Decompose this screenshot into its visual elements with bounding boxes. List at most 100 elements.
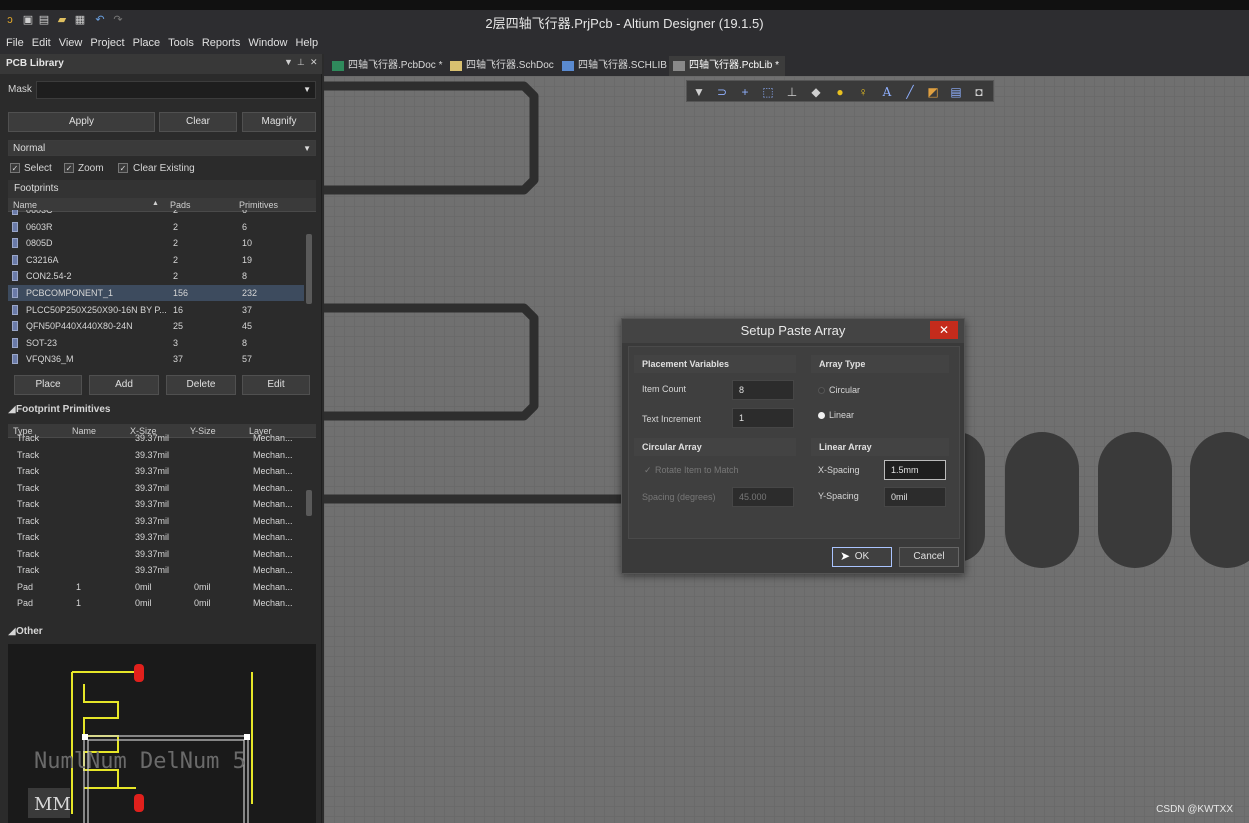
mode-select[interactable]: Normal ▼ (8, 140, 316, 156)
primitive-type: Track (17, 482, 40, 493)
primitive-row[interactable]: Track 39.37mil Mechan... (8, 434, 304, 446)
footprint-row[interactable]: C3216A 2 19 (8, 252, 304, 268)
close-icon[interactable]: ✕ (930, 321, 958, 339)
menu-help[interactable]: Help (295, 37, 318, 49)
mode-value: Normal (13, 143, 46, 154)
text-icon[interactable]: A (879, 84, 895, 100)
footprint-name: CON2.54-2 (26, 271, 72, 282)
footprint-row[interactable]: 0603R 2 6 (8, 219, 304, 235)
route-icon[interactable]: ⊃ (714, 84, 730, 100)
footprint-name: PCBCOMPONENT_1 (26, 288, 114, 298)
arc-icon[interactable]: ◩ (925, 84, 941, 100)
tab-label: 四轴飞行器.SCHLIB (578, 60, 667, 71)
apply-button[interactable]: Apply (8, 112, 155, 132)
menu-file[interactable]: File (6, 37, 24, 49)
pin-icon[interactable]: ⊥ (297, 57, 305, 68)
tab-schlib[interactable]: 四轴飞行器.SCHLIB (558, 56, 667, 76)
via-icon[interactable]: ♀ (855, 84, 871, 100)
scroll-thumb[interactable] (306, 234, 312, 304)
clear-existing-checkbox[interactable]: ✓ (118, 163, 128, 173)
tab-pcbdoc[interactable]: 四轴飞行器.PcbDoc * (328, 56, 442, 76)
menu-project[interactable]: Project (90, 37, 124, 49)
col-pads[interactable]: Pads (170, 200, 191, 210)
mask-input[interactable]: ▼ (36, 81, 316, 99)
footprint-row[interactable]: 0805D 2 10 (8, 235, 304, 251)
footprint-row[interactable]: PCBCOMPONENT_1 156 232 (8, 285, 304, 301)
line-icon[interactable]: ╱ (902, 84, 918, 100)
pad-icon[interactable]: ● (832, 84, 848, 100)
panel-menu-icon[interactable]: ▼ (284, 57, 293, 67)
primitive-layer: Mechan... (253, 482, 293, 493)
linear-radio[interactable] (818, 412, 825, 419)
layer-icon[interactable]: ◆ (808, 84, 824, 100)
y-spacing-label: Y-Spacing (818, 491, 859, 501)
cross-icon[interactable]: + (737, 84, 753, 100)
footprint-row[interactable]: PLCC50P250X250X90-16N BY P... 16 37 (8, 302, 304, 318)
place-button[interactable]: Place (14, 375, 82, 395)
primitive-row[interactable]: Track 39.37mil Mechan... (8, 447, 304, 463)
scroll-thumb[interactable] (306, 490, 312, 516)
cancel-button[interactable]: Cancel (899, 547, 959, 567)
footprint-primitives: 57 (242, 354, 253, 365)
menu-edit[interactable]: Edit (32, 37, 51, 49)
primitive-type: Track (17, 449, 40, 460)
menu-reports[interactable]: Reports (202, 37, 241, 49)
dimension-icon[interactable]: ▤ (948, 84, 964, 100)
region-icon[interactable]: ◘ (971, 84, 987, 100)
menu-view[interactable]: View (59, 37, 83, 49)
primitive-type: Track (17, 532, 40, 542)
other-collapse-icon[interactable]: ◢ (8, 626, 16, 637)
footprint-row[interactable]: SOT-23 3 8 (8, 335, 304, 351)
primitive-row[interactable]: Track 39.37mil Mechan... (8, 529, 304, 545)
primitives-scrollbar[interactable] (306, 438, 312, 614)
select-rect-icon[interactable]: ⬚ (760, 84, 776, 100)
close-icon[interactable]: ✕ (310, 57, 318, 68)
item-count-input[interactable]: 8 (732, 380, 794, 400)
footprint-row[interactable]: 0603C 2 6 (8, 210, 304, 218)
select-checkbox[interactable]: ✓ (10, 163, 20, 173)
primitive-row[interactable]: Track 39.37mil Mechan... (8, 480, 304, 496)
primitive-row[interactable]: Track 39.37mil Mechan... (8, 496, 304, 512)
x-spacing-input[interactable]: 1.5mm (884, 460, 946, 480)
delete-button[interactable]: Delete (166, 375, 236, 395)
primitive-row[interactable]: Track 39.37mil Mechan... (8, 562, 304, 578)
tab-pcblib[interactable]: 四轴飞行器.PcbLib * (669, 56, 786, 76)
menu-place[interactable]: Place (133, 37, 161, 49)
primitive-layer: Mechan... (253, 598, 293, 608)
menu-tools[interactable]: Tools (168, 37, 194, 49)
primitive-row[interactable]: Track 39.37mil Mechan... (8, 463, 304, 479)
primitive-row[interactable]: Pad 1 0mil 0mil Mechan... (8, 579, 304, 595)
magnify-button[interactable]: Magnify (242, 112, 316, 132)
primitive-row[interactable]: Track 39.37mil Mechan... (8, 546, 304, 562)
menu-window[interactable]: Window (248, 37, 287, 49)
y-spacing-input[interactable]: 0mil (884, 487, 946, 507)
footprint-preview[interactable]: NumlNum DelNum 5 MM (8, 644, 316, 823)
primitives-collapse-icon[interactable]: ◢ (8, 404, 16, 415)
clear-button[interactable]: Clear (159, 112, 237, 132)
footprint-pads: 3 (173, 337, 179, 348)
primitive-type: Track (17, 466, 40, 476)
tab-schdoc[interactable]: 四轴飞行器.SchDoc (446, 56, 554, 76)
footprint-row[interactable]: CON2.54-2 2 8 (8, 268, 304, 284)
filter-icon[interactable]: ▼ (691, 84, 707, 100)
circular-radio[interactable] (818, 387, 825, 394)
add-button[interactable]: Add (89, 375, 159, 395)
primitive-row[interactable]: Track 39.37mil Mechan... (8, 513, 304, 529)
select-label: Select (24, 163, 52, 174)
edit-button[interactable]: Edit (242, 375, 310, 395)
align-icon[interactable]: ⊥ (784, 84, 800, 100)
col-name[interactable]: Name (13, 200, 37, 210)
primitive-name: 1 (76, 598, 82, 608)
footprint-row[interactable]: VFQN36_M 37 57 (8, 351, 304, 367)
chevron-down-icon[interactable]: ▼ (303, 82, 311, 98)
col-primitives[interactable]: Primitives (239, 200, 278, 210)
primitive-row[interactable]: Pad 1 0mil 0mil Mechan... (8, 595, 304, 611)
rotate-checkbox[interactable]: ✓ (644, 465, 652, 476)
footprint-icon (12, 321, 18, 332)
footprints-scrollbar[interactable] (306, 214, 312, 366)
zoom-checkbox[interactable]: ✓ (64, 163, 74, 173)
text-increment-input[interactable]: 1 (732, 408, 794, 428)
primitive-xsize: 39.37mil (135, 434, 170, 443)
preview-drawing: NumlNum DelNum 5 MM (28, 664, 253, 823)
footprint-row[interactable]: QFN50P440X440X80-24N 25 45 (8, 318, 304, 334)
